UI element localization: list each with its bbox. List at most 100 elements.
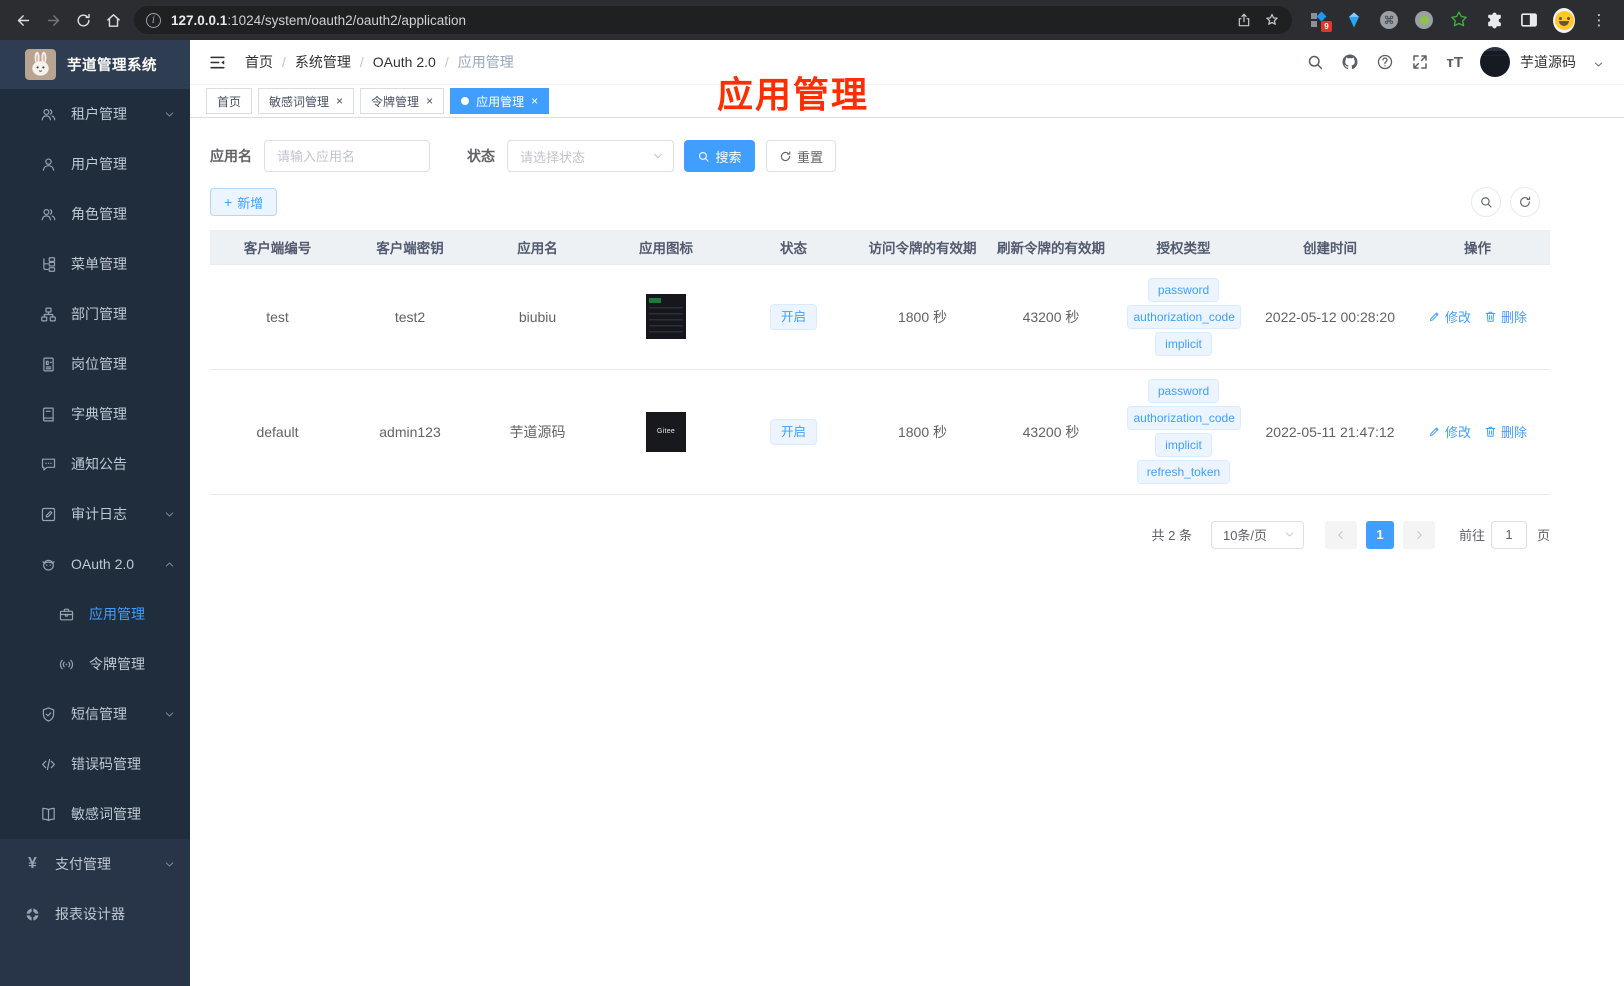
app-name-input[interactable] xyxy=(264,140,430,172)
tab-sensitive-word[interactable]: 敏感词管理 × xyxy=(258,88,355,114)
shield-icon xyxy=(40,706,57,723)
app-name-label: 应用名 xyxy=(210,148,252,164)
delete-link[interactable]: 删除 xyxy=(1484,422,1527,441)
app-logo[interactable]: 芋道管理系统 xyxy=(0,40,190,89)
sidebar-item-label: 支付管理 xyxy=(55,856,111,872)
sidebar-item-sensitive-word[interactable]: 敏感词管理 xyxy=(0,789,190,839)
grant-tag: implicit xyxy=(1155,433,1212,457)
next-page-button[interactable] xyxy=(1402,520,1435,549)
sidebar: 芋道管理系统 租户管理 用户管理 角色管理 菜单管理 部门管理 岗位管理 字典管… xyxy=(0,40,190,986)
sidebar-item-role[interactable]: 角色管理 xyxy=(0,189,190,239)
browser-menu-icon[interactable]: ⋮ xyxy=(1588,9,1610,31)
extension-star-icon[interactable] xyxy=(1448,9,1470,31)
sidebar-item-errorcode[interactable]: 错误码管理 xyxy=(0,739,190,789)
edit-link[interactable]: 修改 xyxy=(1428,422,1471,441)
delete-link[interactable]: 删除 xyxy=(1484,307,1527,326)
cell-refresh-ttl: 43200 秒 xyxy=(990,369,1112,495)
sidebar-item-label: 令牌管理 xyxy=(89,656,145,672)
close-icon[interactable]: × xyxy=(531,95,538,107)
col-created: 创建时间 xyxy=(1255,230,1405,265)
chevron-right-icon xyxy=(1413,529,1425,541)
user-icon xyxy=(40,156,57,173)
sidebar-item-user[interactable]: 用户管理 xyxy=(0,139,190,189)
cell-access-ttl: 1800 秒 xyxy=(855,369,990,495)
sidebar-item-audit-log[interactable]: 审计日志 xyxy=(0,489,190,539)
sidebar-item-token[interactable]: 令牌管理 xyxy=(0,639,190,689)
chevron-down-icon xyxy=(164,509,175,520)
goto-page-input[interactable] xyxy=(1490,520,1527,549)
current-page-button[interactable]: 1 xyxy=(1365,520,1394,549)
sidebar-item-post[interactable]: 岗位管理 xyxy=(0,339,190,389)
collapse-sidebar-icon[interactable] xyxy=(204,49,230,75)
browser-back-button[interactable] xyxy=(8,5,38,35)
sidebar-item-dept[interactable]: 部门管理 xyxy=(0,289,190,339)
status-badge: 开启 xyxy=(769,418,817,445)
page-info-icon[interactable]: i xyxy=(146,12,161,28)
toggle-search-button[interactable] xyxy=(1471,187,1501,217)
browser-forward-button[interactable] xyxy=(38,5,68,35)
share-icon[interactable] xyxy=(1230,6,1258,34)
browser-home-button[interactable] xyxy=(98,5,128,35)
sidebar-item-application[interactable]: 应用管理 xyxy=(0,589,190,639)
bookmark-star-icon[interactable] xyxy=(1258,6,1286,34)
sidebar-item-report-designer[interactable]: 报表设计器 xyxy=(0,889,190,939)
user-avatar[interactable] xyxy=(1480,47,1510,77)
sidebar-item-notice[interactable]: 通知公告 xyxy=(0,439,190,489)
logo-rabbit-image xyxy=(25,49,56,80)
col-actions: 操作 xyxy=(1405,230,1550,265)
chevron-left-icon xyxy=(1335,529,1347,541)
col-access-ttl: 访问令牌的有效期 xyxy=(855,230,990,265)
font-size-icon[interactable]: тT xyxy=(1446,54,1463,71)
sidebar-item-payment[interactable]: ¥ 支付管理 xyxy=(0,839,190,889)
tab-token[interactable]: 令牌管理 × xyxy=(360,88,445,114)
profile-avatar[interactable] xyxy=(1553,7,1575,33)
breadcrumb-current: 应用管理 xyxy=(457,54,514,70)
report-icon xyxy=(24,906,41,923)
chevron-down-icon xyxy=(164,859,175,870)
sidebar-item-label: 敏感词管理 xyxy=(71,806,141,822)
sidebar-item-menu[interactable]: 菜单管理 xyxy=(0,239,190,289)
cell-client-secret: test2 xyxy=(345,264,475,370)
search-button[interactable]: 搜索 xyxy=(684,140,755,172)
sidebar-item-tenant[interactable]: 租户管理 xyxy=(0,89,190,139)
help-icon[interactable] xyxy=(1376,53,1394,71)
badge-icon xyxy=(40,356,57,373)
browser-reload-button[interactable] xyxy=(68,5,98,35)
tab-home[interactable]: 首页 xyxy=(206,88,253,114)
table-toolbar: + 新增 xyxy=(210,187,1550,217)
page-size-select[interactable]: 10条/页 xyxy=(1210,520,1304,549)
search-icon[interactable] xyxy=(1306,53,1324,71)
sidebar-item-dict[interactable]: 字典管理 xyxy=(0,389,190,439)
sidebar-item-sms[interactable]: 短信管理 xyxy=(0,689,190,739)
pen-icon xyxy=(1428,425,1441,438)
extension-command-icon[interactable]: ⌘ xyxy=(1378,9,1400,31)
refresh-table-button[interactable] xyxy=(1510,187,1540,217)
plus-icon: + xyxy=(224,194,233,210)
breadcrumb-home[interactable]: 首页 xyxy=(245,52,273,72)
close-icon[interactable]: × xyxy=(336,95,343,107)
sidebar-item-label: 审计日志 xyxy=(71,506,127,522)
extension-grid-icon[interactable]: 9 xyxy=(1308,9,1332,32)
sidebar-item-oauth[interactable]: OAuth 2.0 xyxy=(0,539,190,589)
close-icon[interactable]: × xyxy=(426,95,433,107)
extension-gem-icon[interactable] xyxy=(1343,9,1365,31)
extensions-puzzle-icon[interactable] xyxy=(1483,9,1505,31)
cell-client-id: default xyxy=(210,369,345,495)
prev-page-button[interactable] xyxy=(1324,520,1357,549)
add-button[interactable]: + 新增 xyxy=(210,188,278,216)
side-panel-icon[interactable] xyxy=(1518,9,1540,31)
extension-recorder-icon[interactable] xyxy=(1413,9,1435,31)
total-count: 共 2 条 xyxy=(1151,528,1192,543)
github-icon[interactable] xyxy=(1341,53,1359,71)
address-bar[interactable]: i 127.0.0.1:1024/system/oauth2/oauth2/ap… xyxy=(134,6,1292,34)
signal-icon xyxy=(58,656,75,673)
col-refresh-ttl: 刷新令牌的有效期 xyxy=(990,230,1112,265)
cell-app-name: 芋道源码 xyxy=(475,369,600,495)
reset-button[interactable]: 重置 xyxy=(766,140,836,172)
app-icon-thumbnail xyxy=(646,294,686,339)
user-caret-down-icon[interactable] xyxy=(1593,59,1604,70)
edit-link[interactable]: 修改 xyxy=(1428,307,1471,326)
tab-application[interactable]: 应用管理 × xyxy=(450,88,550,114)
status-select[interactable]: 请选择状态 xyxy=(507,140,674,172)
fullscreen-icon[interactable] xyxy=(1411,53,1429,71)
